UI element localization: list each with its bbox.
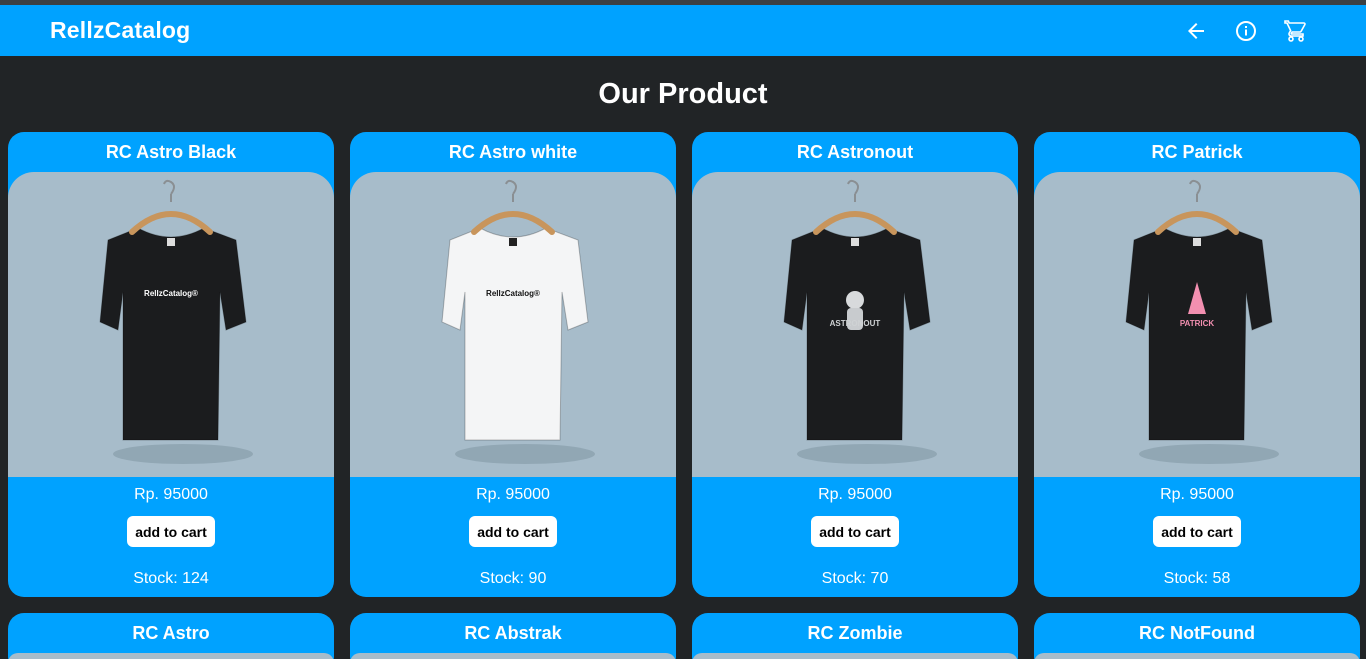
tshirt-illustration: ASTRONOUT <box>783 179 937 464</box>
add-to-cart-button[interactable]: add to cart <box>1153 516 1241 547</box>
product-stock: Stock: 124 <box>133 570 209 587</box>
product-stock: Stock: 58 <box>1163 570 1231 587</box>
product-title: RC Abstrak <box>464 623 562 643</box>
cart-icon[interactable] <box>1284 19 1308 43</box>
collar-tag <box>851 238 859 246</box>
product-card: RC NotFound <box>1034 613 1360 659</box>
product-card: RC Astronout ASTRONOUT Rp. 95000 add to … <box>692 132 1018 597</box>
hanger-hook <box>163 179 175 195</box>
collar-tag <box>509 238 517 246</box>
hanger-bar <box>1155 211 1239 235</box>
add-to-cart-button[interactable]: add to cart <box>127 516 215 547</box>
shirt-body <box>99 227 247 441</box>
product-price: Rp. 95000 <box>818 486 892 503</box>
shirt-print-text: RellzCatalog® <box>144 289 198 298</box>
shirt-shadow <box>113 444 253 464</box>
navbar: RellzCatalog <box>0 5 1366 56</box>
product-card: RC Patrick PATRICK Rp. 95000 add to cart… <box>1034 132 1360 597</box>
info-icon[interactable] <box>1234 19 1258 43</box>
tshirt-illustration: RellzCatalog® <box>99 179 253 464</box>
product-image <box>350 653 676 659</box>
product-stock: Stock: 70 <box>821 570 889 587</box>
product-title: RC Astro <box>132 623 210 643</box>
add-to-cart-button[interactable]: add to cart <box>811 516 899 547</box>
page-title: Our Product <box>598 78 768 110</box>
product-title: RC Zombie <box>807 623 903 643</box>
shirt-print-text: RellzCatalog® <box>486 289 540 298</box>
collar-tag <box>1193 238 1201 246</box>
product-card: RC Zombie <box>692 613 1018 659</box>
hanger-bar <box>813 211 897 235</box>
nav-icons <box>1184 19 1308 43</box>
product-card: RC Astro Black RellzCatalog® Rp. 95000 a… <box>8 132 334 597</box>
hanger-bar <box>471 211 555 235</box>
brand-logo[interactable]: RellzCatalog <box>50 17 190 44</box>
product-image <box>1034 653 1360 659</box>
product-card: RC Abstrak <box>350 613 676 659</box>
collar-tag <box>167 238 175 246</box>
product-image: ASTRONOUT <box>692 172 1018 477</box>
tshirt-illustration: RellzCatalog® <box>441 179 595 464</box>
product-title: RC Astro white <box>448 142 578 162</box>
product-title: RC Patrick <box>1151 142 1243 162</box>
astronaut-graphic <box>846 291 864 309</box>
product-image: RellzCatalog® <box>350 172 676 477</box>
product-card: RC Astro white RellzCatalog® Rp. 95000 a… <box>350 132 676 597</box>
shirt-shadow <box>1139 444 1279 464</box>
product-grid: RC Astro Black RellzCatalog® Rp. 95000 a… <box>8 132 1360 659</box>
hanger-hook <box>847 179 859 195</box>
product-price: Rp. 95000 <box>476 486 550 503</box>
product-image <box>692 653 1018 659</box>
shirt-shadow <box>797 444 937 464</box>
shirt-body <box>783 227 931 441</box>
product-title: RC Astronout <box>796 142 914 162</box>
shirt-shadow <box>455 444 595 464</box>
product-price: Rp. 95000 <box>134 486 208 503</box>
product-image: PATRICK <box>1034 172 1360 477</box>
hanger-hook <box>1189 179 1201 195</box>
shirt-print-text: ASTRONOUT <box>830 319 881 328</box>
add-to-cart-button[interactable]: add to cart <box>469 516 557 547</box>
shirt-body <box>1125 227 1273 441</box>
hanger-hook <box>505 179 517 195</box>
product-image: RellzCatalog® <box>8 172 334 477</box>
product-title: RC Astro Black <box>105 142 237 162</box>
hanger-bar <box>129 211 213 235</box>
product-card: RC Astro <box>8 613 334 659</box>
shirt-print-text: PATRICK <box>1180 319 1215 328</box>
product-image <box>8 653 334 659</box>
product-title: RC NotFound <box>1139 623 1255 643</box>
shirt-body <box>441 227 589 441</box>
tshirt-illustration: PATRICK <box>1125 179 1279 464</box>
product-price: Rp. 95000 <box>1160 486 1234 503</box>
arrow-back-icon[interactable] <box>1184 19 1208 43</box>
product-stock: Stock: 90 <box>479 570 547 587</box>
